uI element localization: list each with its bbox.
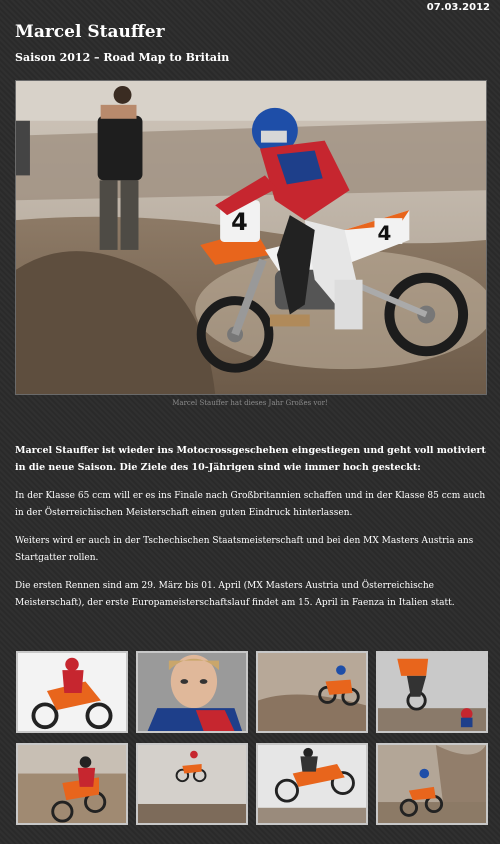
bike-number-side: 4: [377, 222, 391, 245]
gallery-thumbnail[interactable]: [256, 743, 368, 825]
thumbnail-image: [138, 653, 246, 731]
thumbnail-image: [138, 745, 246, 823]
hero-photo[interactable]: 4 4: [15, 80, 487, 395]
gallery-thumbnail[interactable]: [376, 651, 488, 733]
hero-caption: Marcel Stauffer hat dieses Jahr Großes v…: [172, 399, 328, 407]
gallery-thumbnail[interactable]: [16, 651, 128, 733]
gallery-thumbnail[interactable]: [376, 743, 488, 825]
gallery-thumbnail[interactable]: [256, 651, 368, 733]
thumbnail-image: [18, 745, 126, 823]
thumbnail-image: [378, 745, 486, 823]
thumbnail-image: [18, 653, 126, 731]
date-label: 07.03.2012: [426, 2, 490, 13]
article-intro: Marcel Stauffer ist wieder ins Motocross…: [15, 445, 486, 473]
article-paragraph: In der Klasse 65 ccm will er es ins Fina…: [15, 491, 486, 518]
page-title: Marcel Stauffer: [15, 22, 165, 42]
thumbnail-image: [258, 745, 366, 823]
thumbnail-image: [258, 653, 366, 731]
bike-number-front: 4: [231, 208, 248, 236]
gallery-thumbnail[interactable]: [136, 743, 248, 825]
article-paragraph: Die ersten Rennen sind am 29. März bis 0…: [15, 581, 455, 608]
article-paragraph: Weiters wird er auch in der Tschechische…: [15, 536, 474, 563]
hero-photo-motocross-rider: 4 4: [16, 81, 486, 394]
thumbnail-image: [378, 653, 486, 731]
gallery-thumbnail[interactable]: [16, 743, 128, 825]
page-subtitle: Saison 2012 – Road Map to Britain: [15, 51, 230, 64]
gallery-thumbnail[interactable]: [136, 651, 248, 733]
